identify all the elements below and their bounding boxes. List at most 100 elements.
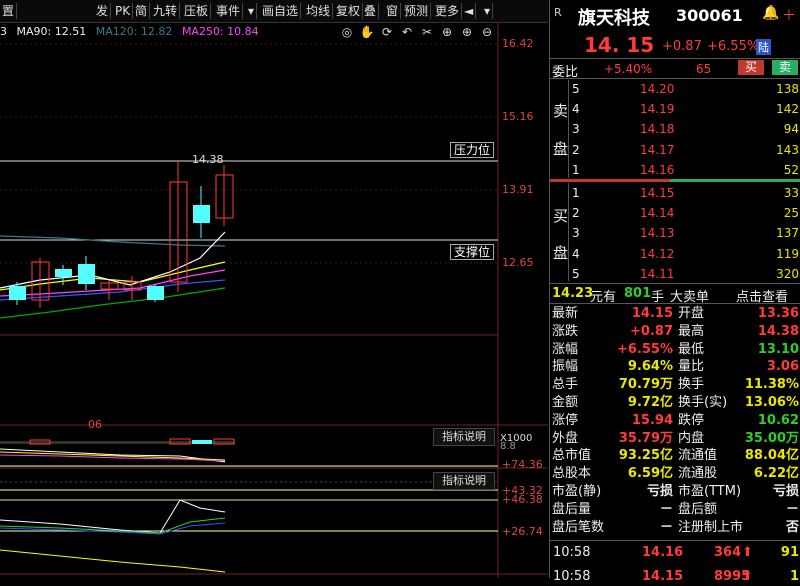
- buy-order-row[interactable]: 1 14.15 33: [550, 184, 800, 202]
- order-price: 14.19: [640, 102, 675, 117]
- candle: [78, 264, 95, 284]
- zoom-out-icon[interactable]: ⊖: [479, 25, 495, 39]
- last-price: 14. 15: [584, 33, 655, 57]
- stat-label-2: 跌停: [678, 412, 705, 428]
- buy-button[interactable]: 买: [738, 60, 764, 75]
- buy-order-row[interactable]: 3 14.13 137: [550, 224, 800, 242]
- cycle-icon[interactable]: ⟳: [379, 25, 395, 39]
- scissors-icon[interactable]: ✂: [419, 25, 435, 39]
- candles: [9, 161, 234, 308]
- stat-label: 涨停: [552, 412, 579, 428]
- buy-order-row[interactable]: 2 14.14 25: [550, 204, 800, 222]
- hand-icon[interactable]: ✋: [359, 25, 375, 39]
- toolbar-item[interactable]: 复权: [334, 3, 364, 19]
- sell-order-row[interactable]: 4 14.19 142: [550, 100, 800, 118]
- resistance-label[interactable]: 压力位: [450, 142, 495, 158]
- tick-price: 14.16: [642, 545, 684, 560]
- undo-icon[interactable]: ↶: [399, 25, 415, 39]
- toolbar-item[interactable]: 画自选: [260, 3, 302, 19]
- indicator-tick: +26.74: [502, 525, 543, 538]
- stock-name: 旗天科技: [578, 8, 650, 29]
- sell-order-row[interactable]: 1 14.16 52: [550, 161, 800, 179]
- toolbar-item[interactable]: PK: [113, 3, 134, 19]
- toolbar-item[interactable]: 事件: [214, 3, 244, 19]
- indicator-help-button-2[interactable]: 指标说明: [433, 472, 495, 490]
- stat-value: +0.87: [630, 323, 673, 339]
- toolbar-item[interactable]: 预测: [402, 3, 432, 19]
- stat-value: 14.15: [631, 306, 673, 321]
- order-volume: 137: [776, 226, 799, 241]
- price-tick: 12.65: [502, 256, 534, 269]
- tick-row: 10:58 14.16 364 ⬆ 91: [550, 544, 800, 562]
- price-tick: 15.16: [502, 110, 534, 123]
- stat-value-2: －: [785, 501, 799, 517]
- toolbar-item[interactable]: ▾: [246, 3, 258, 19]
- toolbar-item[interactable]: 更多: [433, 3, 463, 19]
- toolbar-item[interactable]: 均线: [304, 3, 334, 19]
- order-level: 1: [572, 162, 580, 177]
- toolbar-item[interactable]: ▾: [482, 3, 494, 19]
- zoom-in-icon[interactable]: ⊕: [459, 25, 475, 39]
- chart-toolbar: 置发 PK 简九转 压板 事件 ▾ 画自选 均线 复权叠窗预测 更多 ◄ ▾: [0, 0, 548, 23]
- sell-button[interactable]: 卖: [772, 60, 798, 75]
- weibi-value: +5.40%: [604, 62, 653, 76]
- stat-value-2: 3.06: [766, 359, 799, 375]
- support-label[interactable]: 支撑位: [450, 244, 495, 260]
- order-price: 14.18: [640, 122, 675, 137]
- sell-order-row[interactable]: 2 14.17 143: [550, 141, 800, 159]
- stat-label-2: 换手(实): [678, 395, 728, 410]
- toolbar-item[interactable]: 置: [0, 3, 18, 19]
- bell-icon[interactable]: 🔔: [762, 5, 779, 21]
- stat-label: 市盈(静): [552, 484, 602, 499]
- stat-label: 外盘: [552, 430, 579, 446]
- stat-label: 最新: [552, 306, 579, 321]
- order-price: 14.12: [640, 246, 675, 261]
- order-volume: 119: [776, 246, 799, 261]
- price-change: +0.87: [662, 39, 702, 54]
- stat-value: －: [659, 501, 673, 517]
- stat-label-2: 内盘: [678, 430, 705, 446]
- stat-value: 亏损: [646, 484, 673, 499]
- stat-row: 金额 9.72亿 换手(实) 13.06%: [550, 394, 800, 412]
- high-price-label: 14.38: [192, 153, 224, 166]
- tick-count: 91: [780, 545, 799, 560]
- kline-chart[interactable]: [0, 0, 548, 578]
- ma120-label: MA120: 12.82: [95, 25, 173, 38]
- magnifier-icon[interactable]: ⊕: [439, 25, 455, 39]
- sell-order-row[interactable]: 3 14.18 94: [550, 120, 800, 138]
- buy-order-row[interactable]: 4 14.12 119: [550, 245, 800, 263]
- stat-row: 振幅 9.64% 量比 3.06: [550, 358, 800, 376]
- ma-legend: 3 MA90: 12.51 MA120: 12.82 MA250: 10.84: [0, 24, 265, 40]
- stat-value-2: 13.10: [757, 341, 799, 357]
- stat-label: 总股本: [552, 466, 592, 482]
- candle: [9, 286, 26, 300]
- stat-label-2: 市盈(TTM): [678, 484, 742, 499]
- order-level: 4: [572, 246, 580, 261]
- order-level: 2: [572, 142, 580, 157]
- plus-icon[interactable]: ＋: [782, 5, 796, 25]
- sell-order-row[interactable]: 5 14.20 138: [550, 80, 800, 98]
- toolbar-item[interactable]: 发: [94, 3, 112, 19]
- order-volume: 94: [783, 122, 799, 137]
- candle: [147, 286, 164, 300]
- toolbar-item[interactable]: 叠: [362, 3, 380, 19]
- stat-value: 35.79万: [618, 430, 673, 446]
- toolbar-item[interactable]: 简: [133, 3, 151, 19]
- stat-label-2: 流通股: [678, 466, 718, 482]
- volume-value: 8.8: [500, 441, 516, 452]
- buy-order-row[interactable]: 5 14.11 320: [550, 265, 800, 283]
- order-volume: 52: [783, 162, 799, 177]
- toolbar-item[interactable]: 九转: [151, 3, 181, 19]
- toolbar-item[interactable]: 压板: [182, 3, 212, 19]
- stat-row: 总股本 6.59亿 流通股 6.22亿: [550, 465, 800, 483]
- toolbar-item[interactable]: 窗: [384, 3, 402, 19]
- stat-label: 总市值: [552, 448, 592, 464]
- indicator-help-button[interactable]: 指标说明: [433, 428, 495, 446]
- stat-label: 金额: [552, 395, 579, 410]
- toolbar-item[interactable]: ◄: [462, 3, 477, 19]
- order-price: 14.20: [640, 82, 675, 96]
- eye-icon[interactable]: ◎: [339, 25, 355, 39]
- stat-label: 振幅: [552, 359, 579, 375]
- tick-count: 1: [789, 569, 799, 584]
- stat-value-2: 亏损: [772, 484, 799, 499]
